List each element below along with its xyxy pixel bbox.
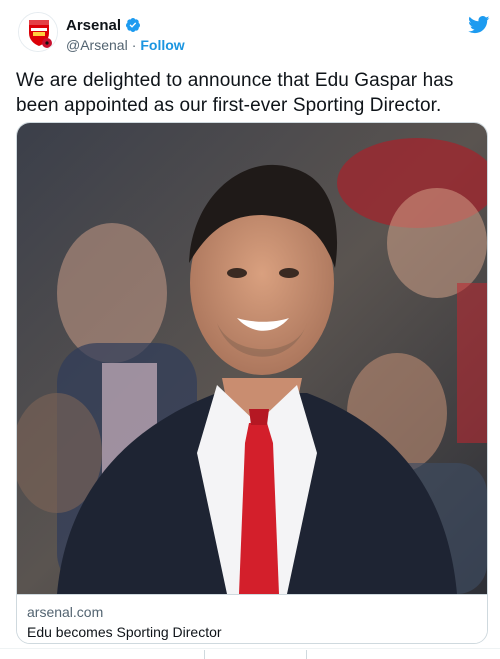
card-title[interactable]: Edu becomes Sporting Director <box>27 623 479 641</box>
arsenal-crest-icon <box>19 13 57 51</box>
twitter-bird-icon[interactable] <box>468 16 490 34</box>
separator-dot: · <box>131 37 137 53</box>
follow-button[interactable]: Follow <box>140 37 184 53</box>
account-names: Arsenal @Arsenal · Follow <box>66 16 185 54</box>
card-domain[interactable]: arsenal.com <box>27 603 479 621</box>
tweet-text: We are delighted to announce that Edu Ga… <box>16 70 454 116</box>
account-handle[interactable]: @Arsenal <box>66 37 128 53</box>
tweet-header: Arsenal @Arsenal · Follow <box>18 12 490 56</box>
card-meta: arsenal.com Edu becomes Sporting Directo… <box>17 594 487 643</box>
verified-badge-icon <box>125 17 141 33</box>
card-image[interactable] <box>17 123 487 594</box>
avatar[interactable] <box>18 12 58 52</box>
divider <box>0 648 500 649</box>
divider-tick <box>204 650 205 659</box>
display-name[interactable]: Arsenal <box>66 17 121 34</box>
tweet-embed: Arsenal @Arsenal · Follow We are delight… <box>0 0 500 659</box>
link-card[interactable]: arsenal.com Edu becomes Sporting Directo… <box>16 122 488 644</box>
divider-tick <box>306 650 307 659</box>
